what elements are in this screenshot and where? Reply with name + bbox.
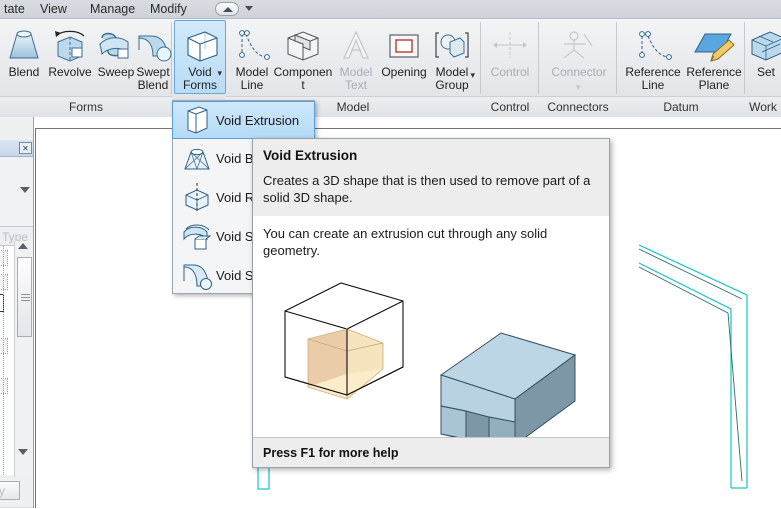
tooltip-footer: Press F1 for more help — [253, 437, 609, 467]
tooltip-title: Void Extrusion — [263, 148, 358, 163]
void-revolve-icon — [178, 181, 216, 215]
revolve-icon — [44, 24, 96, 66]
model-group-icon — [428, 24, 476, 66]
panel-label-workplane: Work — [745, 96, 781, 117]
palette-header: ✕ — [0, 140, 33, 157]
component-icon — [272, 24, 334, 66]
ribbon-button-model-line[interactable]: Model Line — [226, 21, 278, 95]
swept-blend-icon — [131, 24, 175, 66]
dropdown-item-void-extrusion[interactable]: Void Extrusion — [172, 101, 315, 139]
up-arrow-pill-icon[interactable] — [215, 2, 239, 16]
void-swept-blend-icon — [178, 259, 216, 293]
ribbon: Forms Model Control Connectors Datum Wor… — [0, 19, 781, 117]
chevron-down-icon[interactable] — [20, 187, 30, 193]
void-blend-icon — [178, 142, 216, 176]
connector-icon — [548, 24, 610, 66]
model-text-icon — [334, 24, 378, 66]
ribbon-button-revolve[interactable]: Revolve — [44, 21, 96, 95]
tooltip-description: Creates a 3D shape that is then used to … — [253, 165, 609, 216]
void-extrusion-icon — [178, 103, 216, 137]
ribbon-button-label: Swept Blend — [136, 65, 170, 92]
chevron-down-icon[interactable]: ▾ — [470, 70, 475, 81]
ribbon-button-label: Blend — [8, 65, 40, 79]
scroll-down-icon[interactable] — [18, 449, 28, 455]
type-selector-area[interactable] — [0, 157, 33, 227]
opening-icon — [378, 24, 430, 66]
panel-label-datum: Datum — [617, 96, 745, 117]
ribbon-button-control: Control — [484, 21, 536, 95]
panel-label-connectors: Connectors — [539, 96, 617, 117]
close-palette-icon[interactable]: ✕ — [19, 142, 32, 154]
ribbon-button-set[interactable]: Set — [748, 21, 781, 95]
ribbon-button-label: Set — [756, 65, 775, 79]
ribbon-button-reference-line[interactable]: Reference Line — [624, 21, 682, 95]
menu-bar: tate View Manage Modify — [0, 0, 781, 19]
properties-scrollbar[interactable] — [14, 241, 33, 477]
ribbon-button-label: Control — [490, 65, 530, 79]
reference-plane-icon — [685, 24, 743, 66]
ribbon-button-label: Opening — [381, 65, 427, 79]
blend-icon — [0, 24, 50, 66]
ribbon-button-model-text: Model Text — [334, 21, 378, 95]
ribbon-button-reference-plane[interactable]: Reference Plane — [685, 21, 743, 95]
ribbon-button-label: Model Text — [339, 65, 373, 92]
void-sweep-icon — [178, 220, 216, 254]
ribbon-button-opening[interactable]: Opening — [378, 21, 430, 95]
properties-palette: ✕ Type y ✕ — [0, 117, 34, 508]
menu-item-modify[interactable]: Modify — [146, 1, 191, 18]
dropdown-item-label: Void Extrusion — [216, 112, 300, 128]
chevron-down-icon[interactable]: ▾ — [217, 68, 222, 79]
chevron-down-icon: ▾ — [576, 82, 581, 92]
tooltip-body: You can create an extrusion cut through … — [253, 216, 609, 459]
ribbon-button-label: Reference Plane — [686, 65, 742, 92]
ribbon-button-connector: Connector ▾ — [548, 21, 610, 95]
model-line-icon — [226, 24, 278, 66]
ribbon-button-swept-blend[interactable]: Swept Blend — [131, 21, 175, 95]
ribbon-button-label: Model Line — [235, 65, 269, 92]
ribbon-button-component[interactable]: Component — [272, 21, 334, 95]
chevron-down-icon[interactable] — [245, 6, 253, 11]
menu-item-view[interactable]: View — [36, 1, 71, 18]
tooltip-popup: Void Extrusion Creates a 3D shape that i… — [252, 138, 610, 468]
panel-label-control: Control — [481, 96, 539, 117]
panel-label-forms: Forms — [0, 96, 172, 117]
scroll-up-icon[interactable] — [18, 243, 28, 249]
solid-box-with-notch-cut-illustration — [439, 332, 577, 446]
ribbon-button-void-forms[interactable]: Void Forms ▾ — [174, 20, 226, 94]
scrollbar-thumb[interactable] — [17, 257, 32, 337]
menu-item-manage[interactable]: Manage — [86, 1, 139, 18]
apply-button[interactable]: y — [0, 481, 20, 500]
tooltip-extra-text: You can create an extrusion cut through … — [263, 226, 548, 258]
control-icon — [484, 24, 536, 66]
void-forms-cube-icon — [175, 24, 225, 66]
ribbon-button-blend[interactable]: Blend — [0, 21, 50, 95]
tooltip-illustrations — [263, 259, 599, 459]
ribbon-button-label: Component — [273, 65, 333, 92]
wireframe-box-with-void-cube-illustration — [284, 282, 404, 400]
ribbon-button-label: Revolve — [48, 65, 92, 79]
ribbon-button-model-group[interactable]: Model Group ▾ — [428, 21, 476, 95]
ribbon-button-label: Reference Line — [625, 65, 681, 92]
apply-button-label: y — [0, 484, 5, 498]
ribbon-button-label: Model Group — [435, 65, 469, 92]
menu-item-estimate[interactable]: tate — [0, 1, 29, 18]
tooltip-header: Void Extrusion — [253, 139, 609, 165]
set-workplane-icon — [748, 24, 781, 66]
ribbon-button-label: Connector — [551, 65, 607, 79]
reference-line-icon — [624, 24, 682, 66]
